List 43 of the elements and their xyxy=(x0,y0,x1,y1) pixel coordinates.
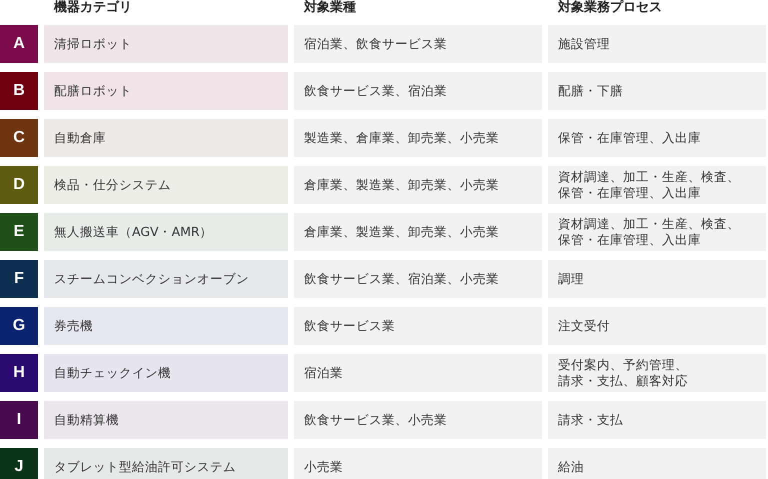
process-cell: 資材調達、加工・生産、検査、 保管・在庫管理、入出庫 xyxy=(548,166,766,204)
column-header: 機器カテゴリ xyxy=(52,0,133,16)
category-letter: F xyxy=(0,260,38,298)
industry-cell: 飲食サービス業、小売業 xyxy=(294,401,542,439)
process-cell: 給油 xyxy=(548,448,766,479)
category-cell: スチームコンベクションオーブン xyxy=(44,260,288,298)
category-cell: タブレット型給油許可システム xyxy=(44,448,288,479)
category-letter: B xyxy=(0,72,38,110)
category-cell: 無人搬送車（AGV・AMR） xyxy=(44,213,288,251)
process-cell: 受付案内、予約管理、 請求・支払、顧客対応 xyxy=(548,354,766,392)
process-cell: 請求・支払 xyxy=(548,401,766,439)
category-cell: 清掃ロボット xyxy=(44,25,288,63)
industry-cell: 宿泊業 xyxy=(294,354,542,392)
category-cell: 検品・仕分システム xyxy=(44,166,288,204)
category-letter: I xyxy=(0,401,38,439)
category-letter: G xyxy=(0,307,38,345)
industry-cell: 飲食サービス業、宿泊業、小売業 xyxy=(294,260,542,298)
industry-cell: 小売業 xyxy=(294,448,542,479)
industry-cell: 宿泊業、飲食サービス業 xyxy=(294,25,542,63)
process-cell: 資材調達、加工・生産、検査、 保管・在庫管理、入出庫 xyxy=(548,213,766,251)
industry-cell: 倉庫業、製造業、卸売業、小売業 xyxy=(294,166,542,204)
industry-cell: 飲食サービス業 xyxy=(294,307,542,345)
industry-cell: 製造業、倉庫業、卸売業、小売業 xyxy=(294,119,542,157)
category-cell: 自動精算機 xyxy=(44,401,288,439)
process-cell: 調理 xyxy=(548,260,766,298)
category-letter: D xyxy=(0,166,38,204)
category-letter: J xyxy=(0,448,38,479)
process-cell: 配膳・下膳 xyxy=(548,72,766,110)
category-letter: H xyxy=(0,354,38,392)
category-cell: 自動倉庫 xyxy=(44,119,288,157)
process-cell: 施設管理 xyxy=(548,25,766,63)
industry-cell: 飲食サービス業、宿泊業 xyxy=(294,72,542,110)
process-cell: 注文受付 xyxy=(548,307,766,345)
process-cell: 保管・在庫管理、入出庫 xyxy=(548,119,766,157)
category-letter: A xyxy=(0,25,38,63)
category-cell: 券売機 xyxy=(44,307,288,345)
category-letter: C xyxy=(0,119,38,157)
category-cell: 配膳ロボット xyxy=(44,72,288,110)
column-header: 対象業務プロセス xyxy=(556,0,663,16)
column-header: 対象業種 xyxy=(302,0,357,16)
industry-cell: 倉庫業、製造業、卸売業、小売業 xyxy=(294,213,542,251)
category-letter: E xyxy=(0,213,38,251)
category-cell: 自動チェックイン機 xyxy=(44,354,288,392)
